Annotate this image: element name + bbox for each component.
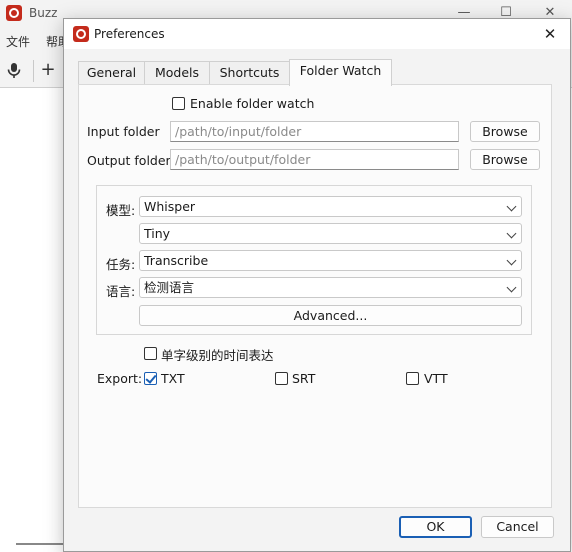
chevron-down-icon [506,228,517,239]
enable-folder-watch-label: Enable folder watch [190,96,315,111]
export-srt-checkbox[interactable] [275,372,288,385]
language-select-value: 检测语言 [144,280,195,295]
tab-models[interactable]: Models [144,61,210,85]
model-select[interactable]: Whisper [139,196,522,217]
close-icon[interactable]: ✕ [534,22,566,46]
main-window-title: Buzz [29,6,58,20]
word-timestamps-checkbox[interactable] [144,347,157,360]
cancel-button[interactable]: Cancel [481,516,554,538]
input-browse-button[interactable]: Browse [470,121,540,142]
task-select-value: Transcribe [144,253,209,268]
language-select[interactable]: 检测语言 [139,277,522,298]
dialog-title: Preferences [94,27,165,41]
ok-button[interactable]: OK [399,516,472,538]
model-label: 模型: [106,203,136,218]
preferences-dialog: Preferences ✕ General Models Shortcuts F… [63,18,571,552]
menu-file[interactable]: 文件 [6,33,30,50]
export-txt-checkbox[interactable] [144,372,157,385]
buzz-app-icon [6,5,22,21]
add-icon[interactable]: + [38,60,58,80]
tab-folder-watch[interactable]: Folder Watch [289,59,392,86]
chevron-down-icon [506,282,517,293]
export-txt-label: TXT [161,371,185,386]
export-vtt-checkbox[interactable] [406,372,419,385]
export-srt-label: SRT [292,371,316,386]
tab-general[interactable]: General [78,61,145,85]
language-label: 语言: [106,284,136,299]
task-label: 任务: [106,257,136,272]
advanced-button[interactable]: Advanced... [139,305,522,326]
output-folder-field[interactable]: /path/to/output/folder [170,149,459,170]
main-scrollbar[interactable] [16,543,66,545]
chevron-down-icon [506,201,517,212]
task-select[interactable]: Transcribe [139,250,522,271]
enable-folder-watch-checkbox[interactable] [172,97,185,110]
export-label: Export: [97,371,143,386]
model-select-value: Whisper [144,199,196,214]
microphone-icon[interactable] [4,60,24,80]
dialog-titlebar: Preferences ✕ [64,19,570,49]
input-folder-field[interactable]: /path/to/input/folder [170,121,459,142]
model-size-select[interactable]: Tiny [139,223,522,244]
folder-watch-panel: Enable folder watch Input folder /path/t… [78,84,552,508]
output-folder-label: Output folder [87,153,171,168]
word-timestamps-label: 单字级别的时间表达 [161,348,274,363]
model-size-select-value: Tiny [144,226,171,241]
tab-shortcuts[interactable]: Shortcuts [209,61,290,85]
export-vtt-label: VTT [424,371,448,386]
chevron-down-icon [506,255,517,266]
toolbar-separator [33,60,34,82]
output-browse-button[interactable]: Browse [470,149,540,170]
buzz-app-icon [73,26,89,42]
input-folder-label: Input folder [87,124,160,139]
